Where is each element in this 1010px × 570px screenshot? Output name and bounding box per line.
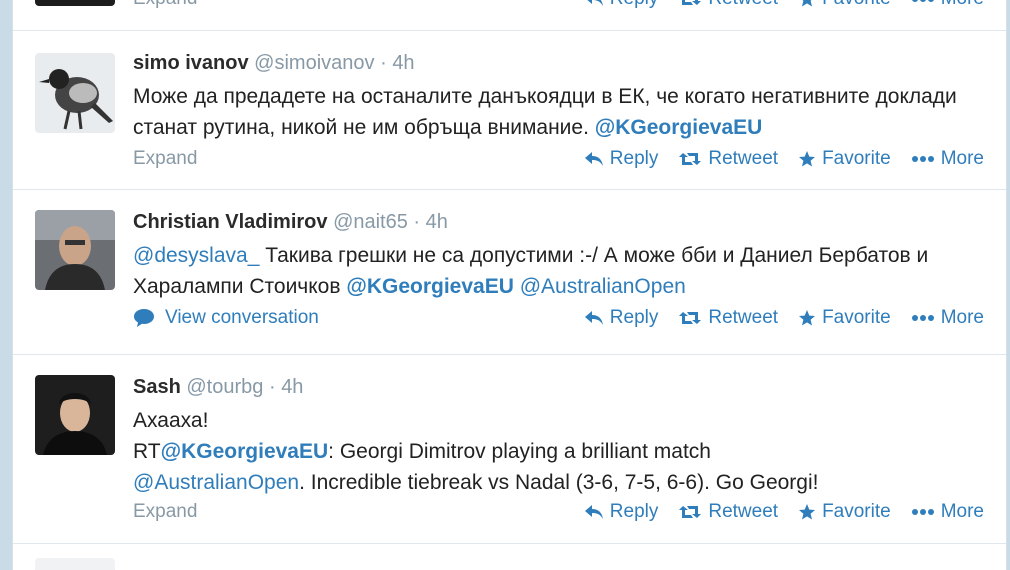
- more-dots-icon: [911, 509, 934, 515]
- tweet[interactable]: Sash @tourbg · 4h Ахааха! RT@KGeorgievaE…: [13, 355, 1006, 544]
- reply-button[interactable]: Reply: [584, 501, 658, 523]
- favorite-button[interactable]: Favorite: [798, 307, 891, 329]
- tweet-time[interactable]: 4h: [426, 211, 448, 233]
- favorite-star-icon: [802, 0, 813, 7]
- retweet-icon: [682, 0, 702, 5]
- tweet-footer: Expand Reply Retweet Favorite More: [133, 148, 984, 176]
- tweet-text: Ахааха! RT@KGeorgievaEU: Georgi Dimitrov…: [133, 409, 819, 494]
- tweet-header: simo ivanov @simoivanov · 4h: [133, 51, 986, 75]
- tweet-actions: Reply Retweet Favorite More: [584, 148, 984, 170]
- more-button[interactable]: More: [911, 148, 984, 170]
- favorite-button[interactable]: Favorite: [798, 0, 891, 10]
- separator-dot: ·: [268, 376, 276, 398]
- user-name[interactable]: Christian Vladimirov: [133, 211, 328, 233]
- tweet-footer: Expand Reply Retweet Favorite More: [133, 501, 984, 529]
- avatar[interactable]: [35, 53, 115, 133]
- tweet-text: Може да предадете на останалите данъкояд…: [133, 85, 957, 139]
- retweet-icon: [679, 312, 702, 324]
- more-dots-icon: [911, 315, 934, 321]
- reply-button[interactable]: Reply: [584, 0, 658, 10]
- avatar[interactable]: [35, 210, 115, 290]
- reply-icon: [584, 311, 603, 325]
- expand-link[interactable]: Expand: [133, 148, 197, 170]
- retweet-icon: [679, 153, 702, 165]
- tweet-content: Christian Vladimirov @nait65 · 4h @desys…: [133, 210, 986, 302]
- tweet[interactable]: Christian Vladimirov @nait65 · 4h @desys…: [13, 190, 1006, 355]
- more-dots-icon: [911, 0, 934, 2]
- reply-icon: [584, 505, 603, 519]
- mention-link[interactable]: @desyslava_: [133, 244, 259, 267]
- reply-icon: [587, 0, 603, 6]
- favorite-star-icon: [799, 151, 816, 167]
- tweet-actions: Reply Retweet Favorite More: [584, 501, 984, 523]
- speech-bubble-icon: [134, 309, 154, 327]
- expand-link[interactable]: Expand: [133, 501, 197, 523]
- tweet-time[interactable]: 4h: [281, 376, 303, 398]
- partial-tweet-top: Expand Reply Retweet Favorite More: [13, 0, 1006, 31]
- reply-button[interactable]: Reply: [584, 148, 658, 170]
- reply-button[interactable]: Reply: [584, 307, 658, 329]
- tweet-actions: Reply Retweet Favorite More: [584, 0, 984, 10]
- tweet-text: @desyslava_ Такива грешки не са допустим…: [133, 244, 929, 298]
- tweet-content: Sash @tourbg · 4h Ахааха! RT@KGeorgievaE…: [133, 375, 986, 498]
- tweet-timeline: Expand Reply Retweet Favorite More: [12, 0, 1007, 570]
- separator-dot: ·: [413, 211, 421, 233]
- retweet-button[interactable]: Retweet: [678, 0, 778, 10]
- retweet-button[interactable]: Retweet: [678, 501, 778, 523]
- more-button[interactable]: More: [911, 501, 984, 523]
- favorite-button[interactable]: Favorite: [798, 148, 891, 170]
- partial-avatar: [35, 558, 115, 570]
- mention-link[interactable]: @KGeorgievaEU: [161, 440, 329, 463]
- tweet-header: Christian Vladimirov @nait65 · 4h: [133, 210, 986, 234]
- user-handle[interactable]: @simoivanov: [254, 52, 374, 74]
- separator-dot: ·: [380, 52, 387, 74]
- man-avatar-image: [35, 375, 115, 455]
- user-name[interactable]: simo ivanov: [133, 52, 249, 74]
- mention-link[interactable]: @AustralianOpen: [133, 471, 299, 494]
- favorite-star-icon: [799, 310, 816, 326]
- tweet-header: Sash @tourbg · 4h: [133, 375, 986, 399]
- partial-tweet-bottom: [13, 544, 1006, 570]
- more-button[interactable]: More: [911, 0, 984, 10]
- man-avatar-image: [35, 210, 115, 290]
- favorite-star-icon: [799, 504, 816, 520]
- avatar[interactable]: [35, 375, 115, 455]
- user-name[interactable]: Sash: [133, 376, 181, 398]
- tweet-footer: View conversation Reply Retweet Favorite: [133, 307, 984, 335]
- mention-link[interactable]: @KGeorgievaEU: [346, 275, 514, 298]
- view-conversation-link[interactable]: View conversation: [133, 307, 319, 329]
- user-handle[interactable]: @nait65: [333, 211, 408, 233]
- favorite-button[interactable]: Favorite: [798, 501, 891, 523]
- retweet-button[interactable]: Retweet: [678, 148, 778, 170]
- tweet-content: simo ivanov @simoivanov · 4h Може да пре…: [133, 51, 986, 143]
- bird-avatar-image: [35, 53, 115, 133]
- partial-avatar: [35, 0, 115, 6]
- tweet-time[interactable]: 4h: [392, 52, 414, 74]
- more-dots-icon: [911, 156, 934, 162]
- user-handle[interactable]: @tourbg: [186, 376, 263, 398]
- more-button[interactable]: More: [911, 307, 984, 329]
- mention-link[interactable]: @KGeorgievaEU: [595, 116, 763, 139]
- tweet-footer: Expand Reply Retweet Favorite More: [133, 0, 984, 16]
- expand-link[interactable]: Expand: [133, 0, 197, 10]
- retweet-button[interactable]: Retweet: [678, 307, 778, 329]
- tweet-actions: Reply Retweet Favorite More: [584, 307, 984, 329]
- mention-link[interactable]: @AustralianOpen: [520, 275, 686, 298]
- retweet-icon: [679, 506, 702, 518]
- reply-icon: [584, 152, 603, 166]
- tweet[interactable]: simo ivanov @simoivanov · 4h Може да пре…: [13, 31, 1006, 190]
